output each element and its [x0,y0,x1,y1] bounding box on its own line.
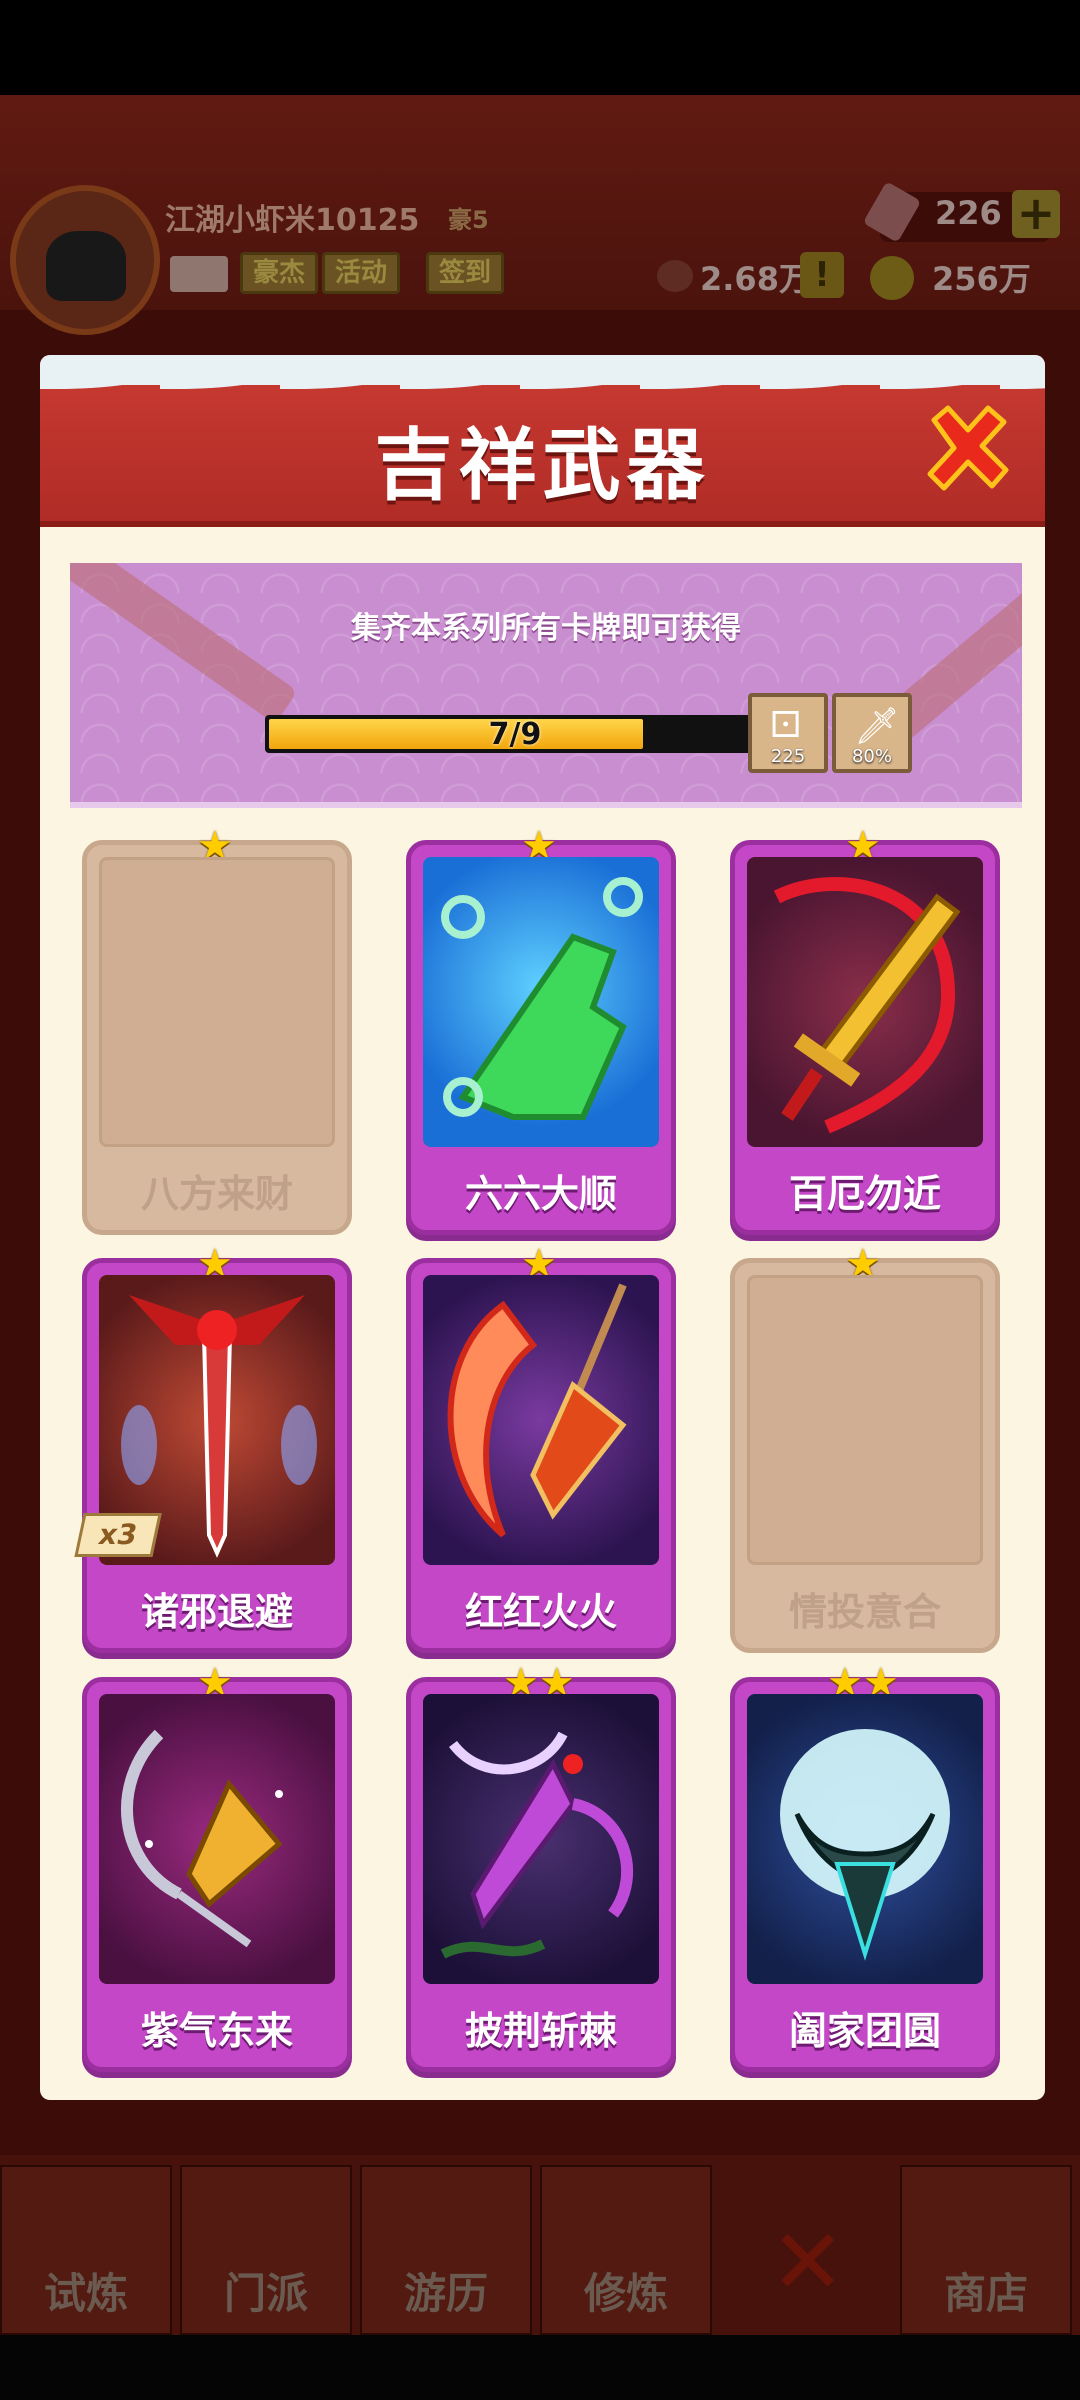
card-name: 紫气东来 [140,2009,293,2053]
card-honghong-huohuo[interactable]: ★ 红红火火 [406,1241,676,1653]
coin-icon [870,256,914,300]
card-art-bow [99,1694,335,1984]
nav-cultivate-label: 修炼 [583,2269,668,2318]
card-art-dagger [423,1694,659,1984]
card-liuliu-dashun[interactable]: ★ 六六大顺 [406,823,676,1235]
card-baie-wujin[interactable]: ★ 百厄勿近 [730,823,1000,1235]
hero-button[interactable]: 豪杰 [240,252,319,294]
coin-count: 256万 [932,260,1031,298]
reward-value: 225 [770,746,806,767]
dice-icon: ⚀ [770,705,802,746]
card-pijing-zhanji[interactable]: ★★ 披荆斩棘 [406,1660,676,2072]
dialog-header: 吉祥武器 [40,355,1045,527]
checkin-button[interactable]: 签到 [426,252,505,294]
collection-banner: 集齐本系列所有卡牌即可获得 7/9 ⚀ 225 🗡 80% [70,563,1022,808]
nav-shop-label: 商店 [943,2269,1028,2318]
fire-blade-icon [447,1283,627,1538]
nav-trial-label: 试炼 [43,2269,128,2318]
reward-sword[interactable]: 🗡 80% [832,693,912,773]
collection-progress-bar: 7/9 [265,715,765,753]
card-art-sword [747,857,983,1147]
power-icon [657,260,693,292]
status-bar [0,0,1080,95]
card-name: 阖家团圆 [788,2009,941,2053]
moon-helm-icon [780,1729,950,1961]
card-name: 百厄勿近 [788,1172,941,1216]
card-zhuxie-tuibi[interactable]: ★ x3 诸邪退避 [74,1241,352,1653]
card-art-empty [747,1275,983,1565]
add-gems-button[interactable]: + [1012,190,1060,238]
card-art-moon [747,1694,983,1984]
system-nav-bar [0,2335,1080,2400]
mail-icon[interactable] [170,256,228,292]
reward-dice[interactable]: ⚀ 225 [748,693,828,773]
card-name: 红红火火 [464,1590,617,1634]
card-hejia-tuanyuan[interactable]: ★★ 阖家团圆 [730,1660,1000,2072]
card-ziqi-donglai[interactable]: ★ 紫气东来 [82,1660,352,2072]
purple-dagger-icon [440,1731,634,1959]
card-art-fire-blade [423,1275,659,1565]
card-art-empty [99,857,335,1147]
golden-sword-icon [773,877,961,1134]
card-art-hand [423,857,659,1147]
nav-travel-label: 游历 [403,2269,488,2318]
reward-value: 80% [851,746,892,767]
player-name: 江湖小虾米10125 [165,203,420,238]
player-rank: 豪5 [448,206,489,234]
card-name: 诸邪退避 [140,1590,293,1634]
card-name: 披荆斩棘 [464,2009,617,2053]
card-bafang-laicai[interactable]: ★ 八方来财 [82,823,352,1235]
bow-icon [121,1729,283,1948]
activity-button[interactable]: 活动 [322,252,401,294]
card-name: 情投意合 [788,1590,941,1634]
close-icon [927,405,1009,491]
card-count-badge: x3 [74,1513,162,1557]
hand-icon [441,877,643,1120]
alert-icon[interactable]: ! [800,252,844,298]
dialog-title: 吉祥武器 [374,421,711,511]
avatar[interactable] [10,185,160,335]
banner-text: 集齐本系列所有卡牌即可获得 [351,611,741,646]
card-qingtou-yihe[interactable]: ★ 情投意合 [730,1241,1000,1653]
card-name: 八方来财 [140,1172,293,1216]
nav-sect-label: 门派 [223,2269,308,2318]
snow-decoration [40,355,1045,391]
power-value: 2.68万 [700,260,811,298]
card-name: 六六大顺 [464,1172,617,1216]
sword-icon: 🗡 [854,706,900,747]
nav-close-icon[interactable]: ✕ [770,2210,845,2315]
close-button[interactable] [920,400,1016,496]
progress-text: 7/9 [488,717,542,752]
weapon-collection-dialog: 吉祥武器 集齐本系列所有卡牌即可获得 7/9 ⚀ 225 🗡 80% ★ 八方来… [40,355,1045,2100]
gem-count: 226 [935,194,1002,232]
